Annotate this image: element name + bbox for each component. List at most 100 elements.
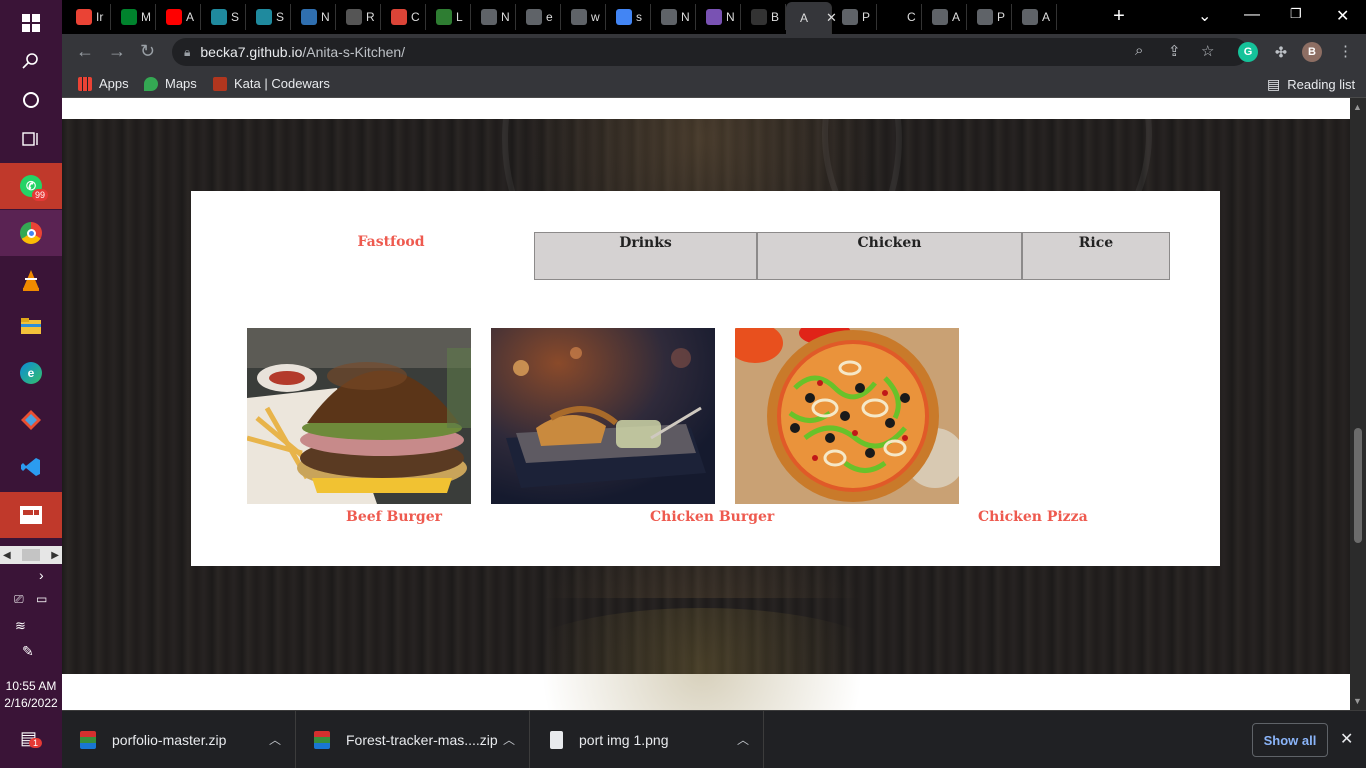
chevron-up-icon[interactable]: ︿ [503, 731, 515, 748]
show-all-downloads-button[interactable]: Show all [1252, 723, 1328, 757]
scroll-thumb[interactable] [22, 549, 40, 561]
tab-title: s [636, 10, 642, 24]
address-bar[interactable]: 🔒︎ becka7.github.io/Anita-s-Kitchen/ [172, 38, 1248, 66]
scroll-up-icon[interactable]: ▲ [1353, 102, 1362, 112]
chevron-up-icon[interactable]: ︿ [737, 731, 749, 748]
vlc-icon [23, 270, 39, 291]
google-icon [616, 9, 632, 25]
browser-tab[interactable]: N [291, 4, 336, 30]
page-viewport: Fastfood Drinks Chicken Rice Beef Burger… [62, 98, 1350, 710]
browser-tab[interactable]: A [156, 4, 201, 30]
globe-icon [571, 9, 587, 25]
browser-tab[interactable]: N [696, 4, 741, 30]
browser-tab[interactable]: S [201, 4, 246, 30]
scroll-right-icon[interactable]: ▶ [51, 550, 59, 561]
reading-list-button[interactable]: ▤ Reading list [1267, 76, 1355, 93]
chevron-right-icon[interactable]: › [39, 567, 44, 583]
taskbar-app-active[interactable] [0, 492, 62, 538]
folder-icon [21, 318, 41, 334]
browser-tab[interactable]: w [561, 4, 606, 30]
scroll-down-icon[interactable]: ▼ [1353, 696, 1362, 706]
browser-tab[interactable]: N [651, 4, 696, 30]
download-item[interactable]: porfolio-master.zip ︿ [62, 711, 296, 768]
taskbar-vscode[interactable] [0, 444, 62, 490]
browser-tab[interactable]: P [967, 4, 1012, 30]
taskbar-git-kraken[interactable] [0, 397, 62, 443]
battery-icon[interactable]: ▭ [36, 592, 47, 606]
tab-rice[interactable]: Rice [1022, 232, 1170, 280]
taskbar-chrome[interactable] [0, 210, 62, 256]
browser-tab[interactable]: Ir [66, 4, 111, 30]
vscode-icon [21, 458, 40, 476]
restore-button[interactable]: ❐ [1290, 6, 1302, 22]
new-tab-button[interactable]: + [1107, 6, 1131, 28]
browser-tab[interactable]: M [111, 4, 156, 30]
codewars-icon [213, 76, 227, 91]
lock-icon[interactable]: 🔒︎ [184, 45, 190, 60]
meet-now-icon[interactable]: ⎚ [14, 592, 24, 607]
globe-icon [977, 9, 993, 25]
beef-burger-image[interactable] [247, 328, 471, 504]
taskbar-edge[interactable]: e [0, 350, 62, 396]
tab-search-icon[interactable]: ⌄ [1198, 6, 1211, 26]
tab-drinks[interactable]: Drinks [534, 232, 757, 280]
app-icon [211, 9, 227, 25]
chevron-up-icon[interactable]: ︿ [269, 731, 281, 748]
back-button[interactable]: ← [76, 41, 94, 62]
scroll-left-icon[interactable]: ◀ [3, 550, 11, 561]
task-view-button[interactable] [0, 116, 62, 162]
browser-tab[interactable]: A ✕ [786, 2, 837, 34]
browser-tab[interactable]: A [1012, 4, 1057, 30]
app-icon [436, 9, 452, 25]
taskbar-scroller[interactable]: ◀ ▶ [0, 546, 62, 564]
browser-tab[interactable]: C [381, 4, 426, 30]
system-clock[interactable]: 10:55 AM 2/16/2022 [0, 678, 62, 712]
clock-date: 2/16/2022 [4, 696, 58, 710]
tab-chicken[interactable]: Chicken [757, 232, 1022, 280]
browser-tab[interactable]: S [246, 4, 291, 30]
forward-button[interactable]: → [108, 41, 126, 62]
food-label-chicken-pizza: Chicken Pizza [978, 509, 1088, 525]
browser-tab[interactable]: N [471, 4, 516, 30]
close-window-button[interactable]: ✕ [1336, 6, 1349, 26]
bookmark-codewars-label: Kata | Codewars [234, 76, 330, 91]
chicken-burger-image[interactable] [491, 328, 715, 504]
wifi-icon[interactable]: ≋ [15, 618, 26, 634]
browser-tab[interactable]: A [922, 4, 967, 30]
gmail-icon [76, 9, 92, 25]
bookmark-codewars[interactable]: Kata | Codewars [213, 76, 330, 91]
tab-title: N [681, 10, 690, 24]
menu-kebab-icon[interactable]: ⋮ [1338, 42, 1353, 60]
taskbar-vlc[interactable] [0, 257, 62, 303]
bookmark-apps[interactable]: Apps [78, 76, 129, 91]
page-scrollbar[interactable]: ▲ ▼ [1350, 98, 1366, 710]
task-view-icon [22, 132, 38, 146]
bookmark-star-icon[interactable]: ☆ [1201, 42, 1214, 60]
pen-icon[interactable]: ✎ [22, 643, 34, 660]
browser-tab[interactable]: R [336, 4, 381, 30]
grammarly-icon[interactable]: G [1238, 42, 1258, 62]
close-downloads-icon[interactable]: ✕ [1340, 729, 1353, 749]
taskbar-file-explorer[interactable] [0, 303, 62, 349]
browser-tab[interactable]: s [606, 4, 651, 30]
taskbar-whatsapp[interactable]: ✆ 99 [0, 163, 62, 209]
share-icon[interactable]: ⇪ [1168, 42, 1181, 60]
browser-tab[interactable]: C [877, 4, 922, 30]
extensions-puzzle-icon[interactable]: ✣ [1271, 42, 1291, 62]
download-item[interactable]: port img 1.png ︿ [530, 711, 764, 768]
minimize-button[interactable]: — [1244, 6, 1260, 24]
browser-tab[interactable]: L [426, 4, 471, 30]
tab-fastfood[interactable]: Fastfood [311, 232, 471, 280]
browser-tab[interactable]: B [741, 4, 786, 30]
zoom-icon[interactable]: ⌕ [1135, 42, 1143, 59]
download-item[interactable]: Forest-tracker-mas....zip ︿ [296, 711, 530, 768]
reload-button[interactable]: ↻ [140, 41, 155, 62]
notification-center-button[interactable]: ▤ 1 [20, 728, 43, 749]
profile-avatar[interactable]: B [1302, 42, 1322, 62]
chicken-pizza-image[interactable] [735, 328, 959, 504]
scrollbar-thumb[interactable] [1354, 428, 1362, 543]
browser-tab[interactable]: e [516, 4, 561, 30]
browser-tab[interactable]: P [832, 4, 877, 30]
meet-icon [121, 9, 137, 25]
bookmark-maps[interactable]: Maps [144, 76, 197, 91]
